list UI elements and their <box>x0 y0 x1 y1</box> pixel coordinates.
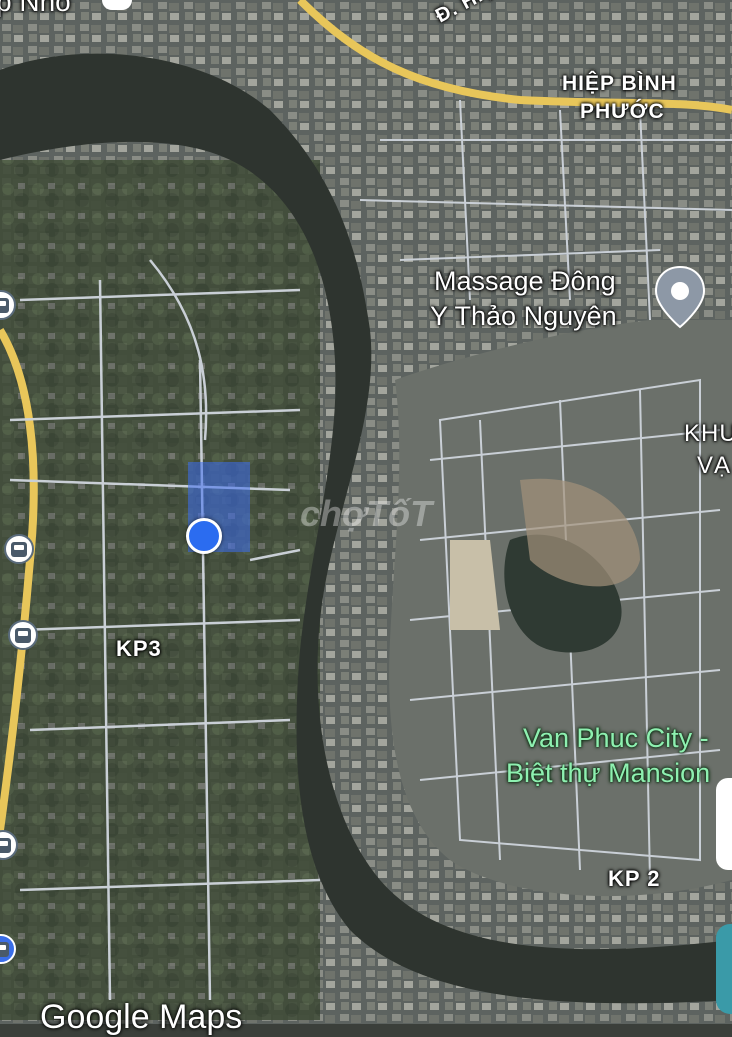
district-label-line1: HIỆP BÌNH <box>562 72 677 95</box>
vanphuc-label-line2[interactable]: Biệt thự Mansion <box>506 755 710 791</box>
current-location-dot[interactable] <box>186 518 222 554</box>
khu-label-line2: VẠ <box>697 452 732 479</box>
khu-label-line1: KHU <box>684 420 732 447</box>
poi-label-line1[interactable]: Massage Đông <box>434 264 616 298</box>
side-card[interactable] <box>716 778 732 870</box>
label-top-left: p Nhỏ <box>0 0 71 17</box>
kp3-label: KP3 <box>116 636 162 661</box>
kp2-label: KP 2 <box>608 866 661 891</box>
poi-label-line2[interactable]: Y Thảo Nguyên <box>430 299 617 333</box>
district-label-line2: PHƯỚC <box>580 100 665 123</box>
bus-stop-icon[interactable] <box>8 620 38 650</box>
side-action-button[interactable] <box>716 924 732 1014</box>
bus-stop-icon[interactable] <box>4 534 34 564</box>
location-pin-icon[interactable] <box>654 265 706 329</box>
vanphuc-label-line1[interactable]: Van Phuc City - <box>523 720 709 756</box>
google-maps-logo: Google Maps <box>40 998 243 1036</box>
watermark: chợTốT <box>300 493 433 534</box>
